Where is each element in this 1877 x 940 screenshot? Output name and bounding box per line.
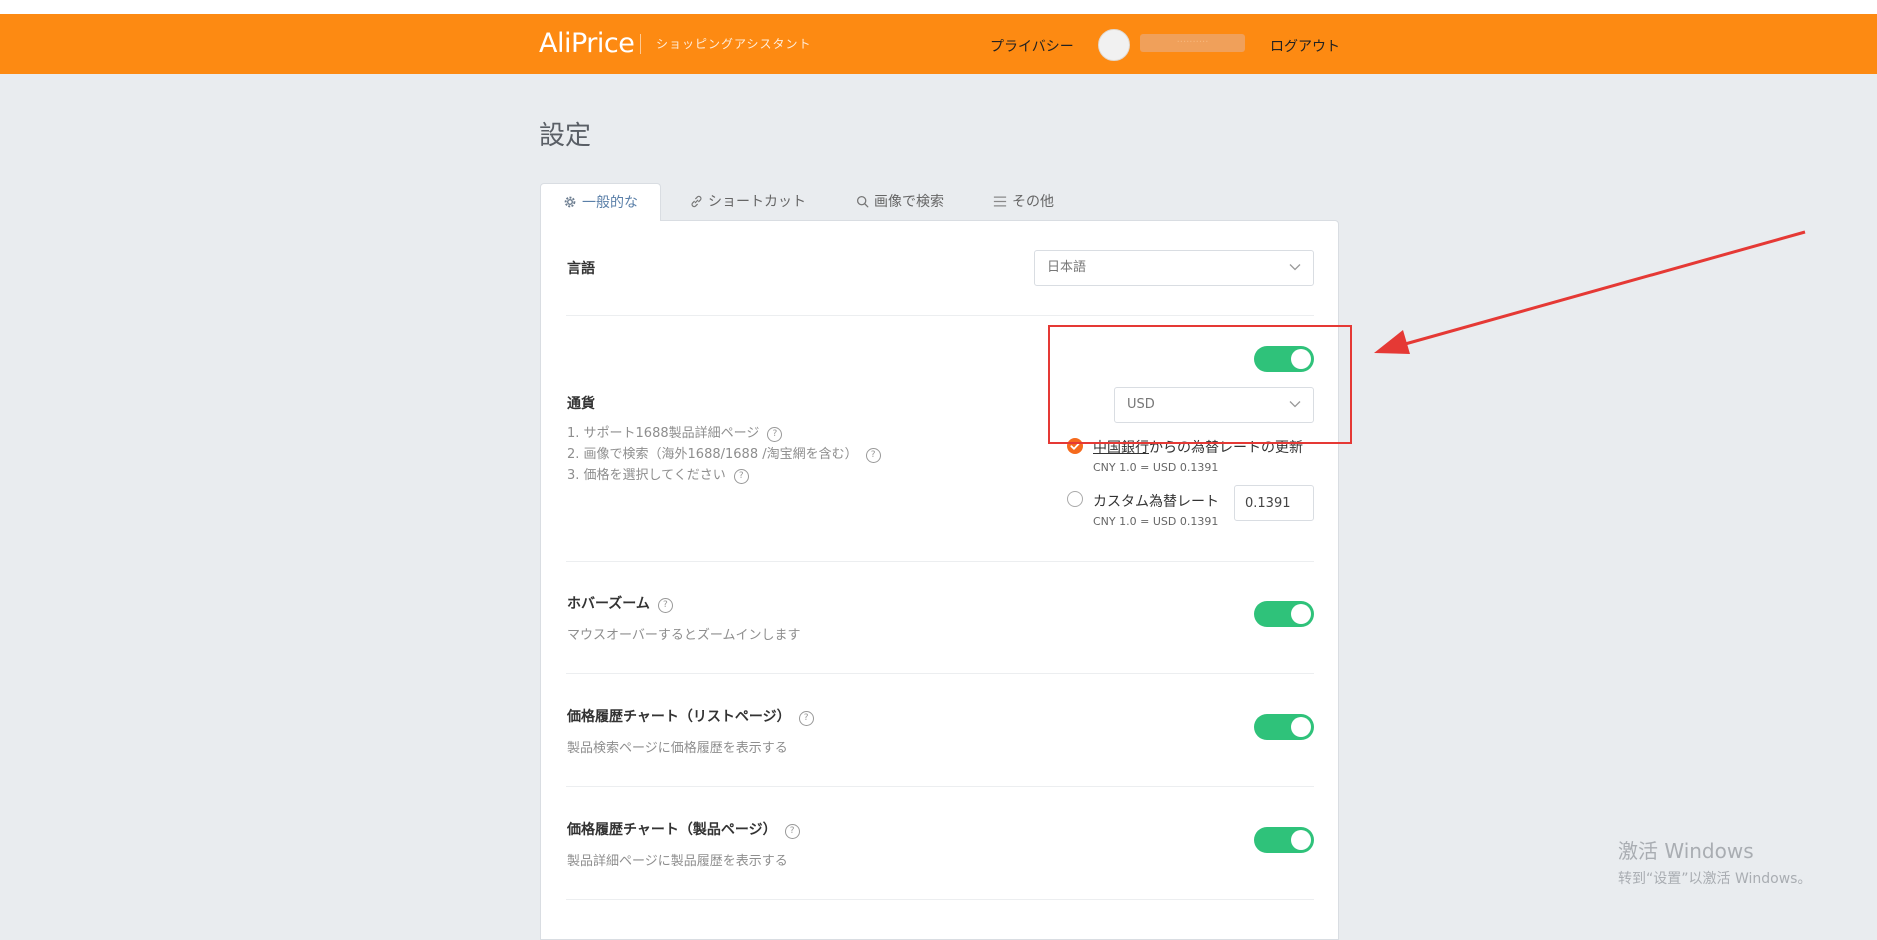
toggle-knob xyxy=(1291,717,1311,737)
divider xyxy=(566,786,1314,787)
search-icon xyxy=(856,195,869,208)
tab-image-search[interactable]: 画像で検索 xyxy=(856,183,944,220)
hover-zoom-toggle[interactable] xyxy=(1254,601,1314,627)
bank-rate-option: 中国銀行からの為替レートの更新 xyxy=(1093,437,1303,457)
chevron-down-icon xyxy=(1289,264,1301,271)
annotation-arrow xyxy=(1374,230,1806,354)
tab-general[interactable]: 一般的な xyxy=(540,183,661,221)
help-icon: ? xyxy=(798,711,814,726)
language-select-value: 日本語 xyxy=(1047,260,1087,275)
tab-shortcut[interactable]: ショートカット xyxy=(690,183,806,220)
toggle-knob xyxy=(1291,830,1311,850)
tab-image-search-label: 画像で検索 xyxy=(874,194,944,210)
chevron-down-icon xyxy=(1289,401,1301,408)
divider xyxy=(566,673,1314,674)
custom-rate-input[interactable] xyxy=(1234,485,1314,521)
language-label: 言語 xyxy=(567,261,595,277)
toggle-knob xyxy=(1291,349,1311,369)
privacy-link[interactable]: プライバシー xyxy=(990,36,1074,56)
currency-note-1: 1. サポート1688製品詳細ページ? xyxy=(567,422,783,442)
hover-zoom-label: ホバーズーム? xyxy=(567,593,673,613)
help-icon: ? xyxy=(784,824,800,839)
history-list-desc: 製品検索ページに価格履歴を表示する xyxy=(567,741,788,756)
help-icon: ? xyxy=(733,469,749,484)
tab-shortcut-label: ショートカット xyxy=(708,194,806,210)
page-title: 設定 xyxy=(539,121,592,151)
tab-other-label: その他 xyxy=(1012,194,1054,210)
radio-custom-rate[interactable] xyxy=(1067,491,1083,507)
tab-general-label: 一般的な xyxy=(582,195,638,211)
history-product-desc: 製品詳細ページに製品履歴を表示する xyxy=(567,854,788,869)
history-product-label: 価格履歴チャート（製品ページ）? xyxy=(567,819,800,839)
divider xyxy=(566,561,1314,562)
help-icon: ? xyxy=(767,427,783,442)
currency-select-value: USD xyxy=(1127,397,1155,412)
header-tagline: ショッピングアシスタント xyxy=(656,37,812,51)
logo-divider xyxy=(640,34,641,54)
username-redacted: ·········· xyxy=(1140,34,1245,52)
history-list-toggle[interactable] xyxy=(1254,714,1314,740)
aliprice-logo[interactable]: AliPrice xyxy=(539,28,635,59)
menu-icon xyxy=(993,196,1007,207)
watermark-line2: 转到“设置”以激活 Windows。 xyxy=(1618,871,1812,887)
check-icon xyxy=(1070,442,1080,450)
avatar[interactable] xyxy=(1098,29,1130,61)
bank-rate-text: からの為替レートの更新 xyxy=(1149,440,1303,456)
language-select[interactable]: 日本語 xyxy=(1034,250,1314,286)
header-bar: AliPrice ショッピングアシスタント プライバシー ·········· … xyxy=(0,14,1877,74)
gear-icon xyxy=(564,196,576,208)
bank-rate-sub: CNY 1.0 = USD 0.1391 xyxy=(1093,461,1219,474)
tab-other[interactable]: その他 xyxy=(993,183,1054,220)
currency-select[interactable]: USD xyxy=(1114,387,1314,423)
divider xyxy=(566,315,1314,316)
history-product-toggle[interactable] xyxy=(1254,827,1314,853)
currency-note-3: 3. 価格を選択してください? xyxy=(567,464,749,484)
logout-link[interactable]: ログアウト xyxy=(1270,36,1340,56)
help-icon: ? xyxy=(657,598,673,613)
top-strip xyxy=(0,0,1877,14)
currency-label: 通貨 xyxy=(567,396,595,412)
custom-rate-sub: CNY 1.0 = USD 0.1391 xyxy=(1093,515,1219,528)
windows-activation-watermark: 激活 Windows 转到“设置”以激活 Windows。 xyxy=(1618,835,1811,888)
toggle-knob xyxy=(1291,604,1311,624)
settings-panel: 言語 日本語 通貨 1. サポート1688製品詳細ページ? 2. 画像で検索（海… xyxy=(540,220,1339,940)
currency-toggle[interactable] xyxy=(1254,346,1314,372)
hover-zoom-desc: マウスオーバーするとズームインします xyxy=(567,628,801,643)
radio-bank-rate[interactable] xyxy=(1067,438,1083,454)
link-icon xyxy=(691,195,702,208)
bank-link[interactable]: 中国銀行 xyxy=(1093,440,1149,456)
history-list-label: 価格履歴チャート（リストページ）? xyxy=(567,706,814,726)
divider xyxy=(566,899,1314,900)
help-icon: ? xyxy=(865,448,881,463)
watermark-line1: 激活 Windows xyxy=(1618,839,1754,863)
custom-rate-label: カスタム為替レート xyxy=(1093,494,1219,510)
currency-note-2: 2. 画像で検索（海外1688/1688 /淘宝網を含む）? xyxy=(567,443,881,463)
